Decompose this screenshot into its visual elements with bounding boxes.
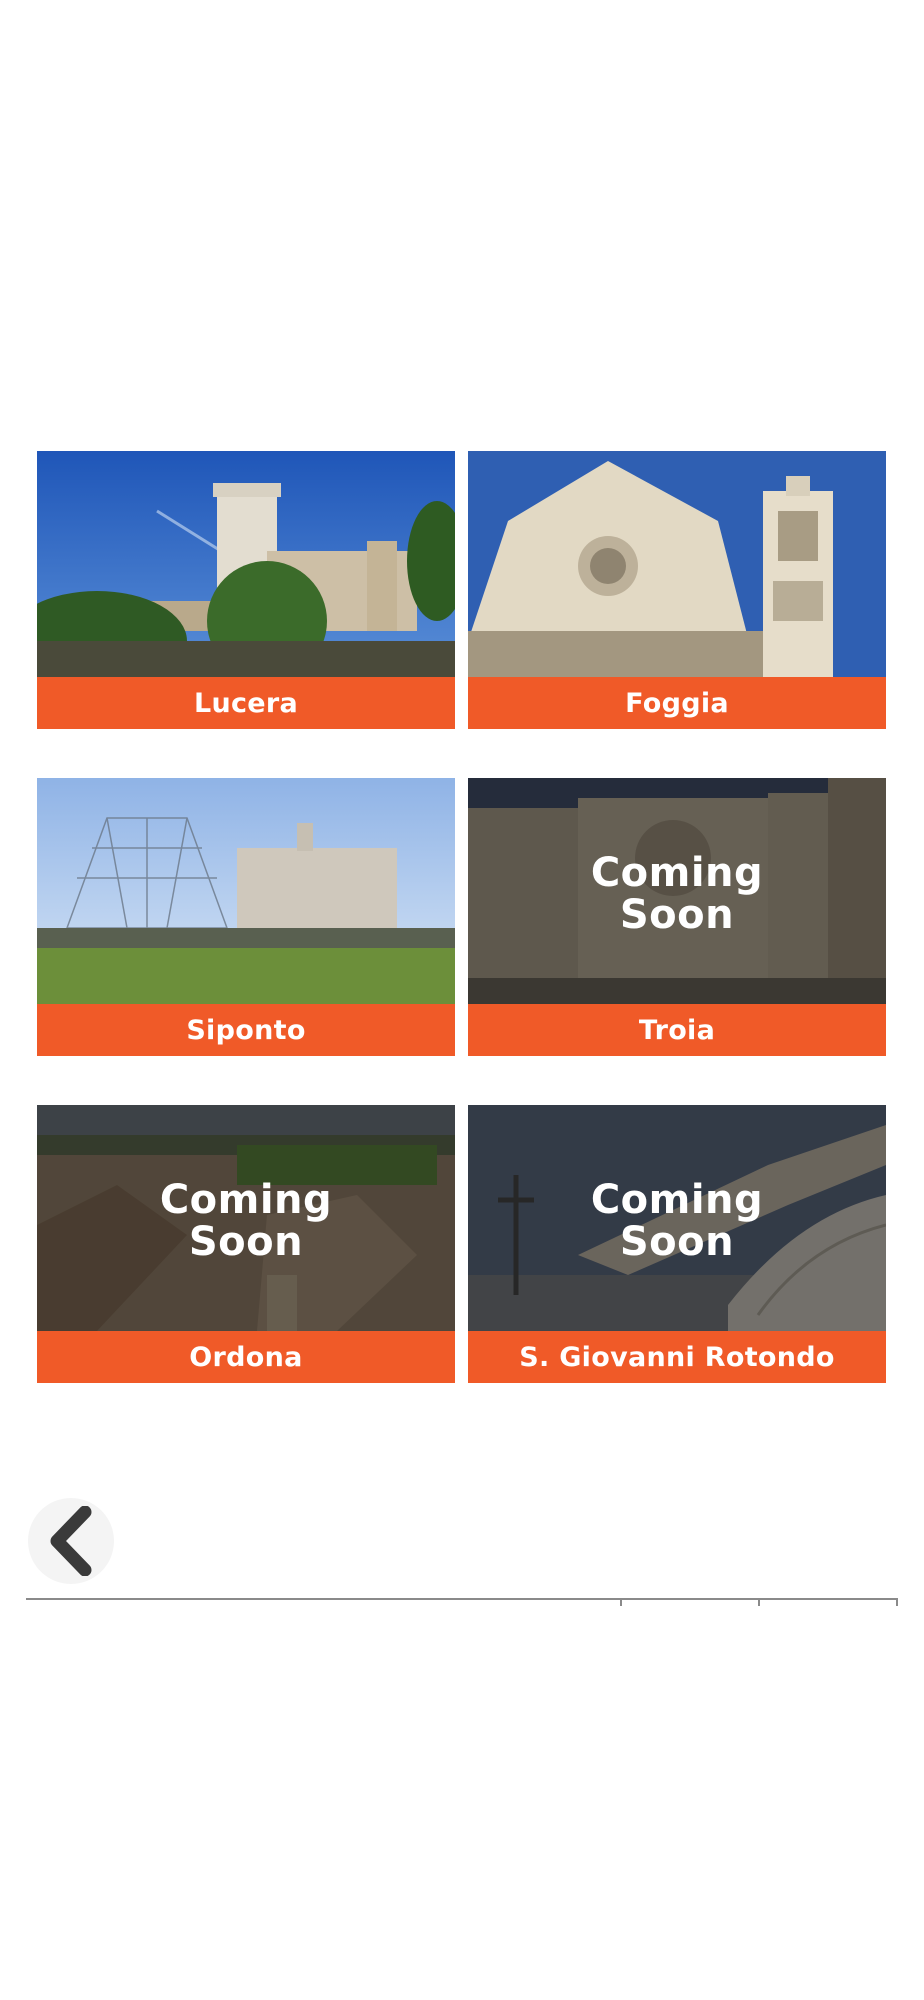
bottom-divider xyxy=(26,1598,898,1600)
lucera-photo xyxy=(37,451,455,677)
city-label: Ordona xyxy=(37,1331,455,1383)
coming-soon-text: Coming Soon xyxy=(590,850,764,938)
city-label: S. Giovanni Rotondo xyxy=(468,1331,886,1383)
siponto-photo xyxy=(37,778,455,1004)
city-label: Lucera xyxy=(37,677,455,729)
city-card-ordona[interactable]: Coming Soon Ordona xyxy=(37,1105,455,1383)
city-grid: Lucera Foggia Siponto Coming Soon Troia … xyxy=(37,451,887,1383)
city-card-siponto[interactable]: Siponto xyxy=(37,778,455,1056)
city-label: Foggia xyxy=(468,677,886,729)
city-card-foggia[interactable]: Foggia xyxy=(468,451,886,729)
city-label: Troia xyxy=(468,1004,886,1056)
divider-tick xyxy=(620,1599,622,1606)
city-card-troia[interactable]: Coming Soon Troia xyxy=(468,778,886,1056)
coming-soon-text: Coming Soon xyxy=(590,1177,764,1265)
city-card-lucera[interactable]: Lucera xyxy=(37,451,455,729)
coming-soon-text: Coming Soon xyxy=(159,1177,333,1265)
foggia-photo xyxy=(468,451,886,677)
chevron-left-icon xyxy=(50,1506,92,1576)
divider-tick xyxy=(758,1599,760,1606)
city-card-san-giovanni-rotondo[interactable]: Coming Soon S. Giovanni Rotondo xyxy=(468,1105,886,1383)
back-button[interactable] xyxy=(28,1498,114,1584)
city-label: Siponto xyxy=(37,1004,455,1056)
divider-tick xyxy=(896,1599,898,1606)
